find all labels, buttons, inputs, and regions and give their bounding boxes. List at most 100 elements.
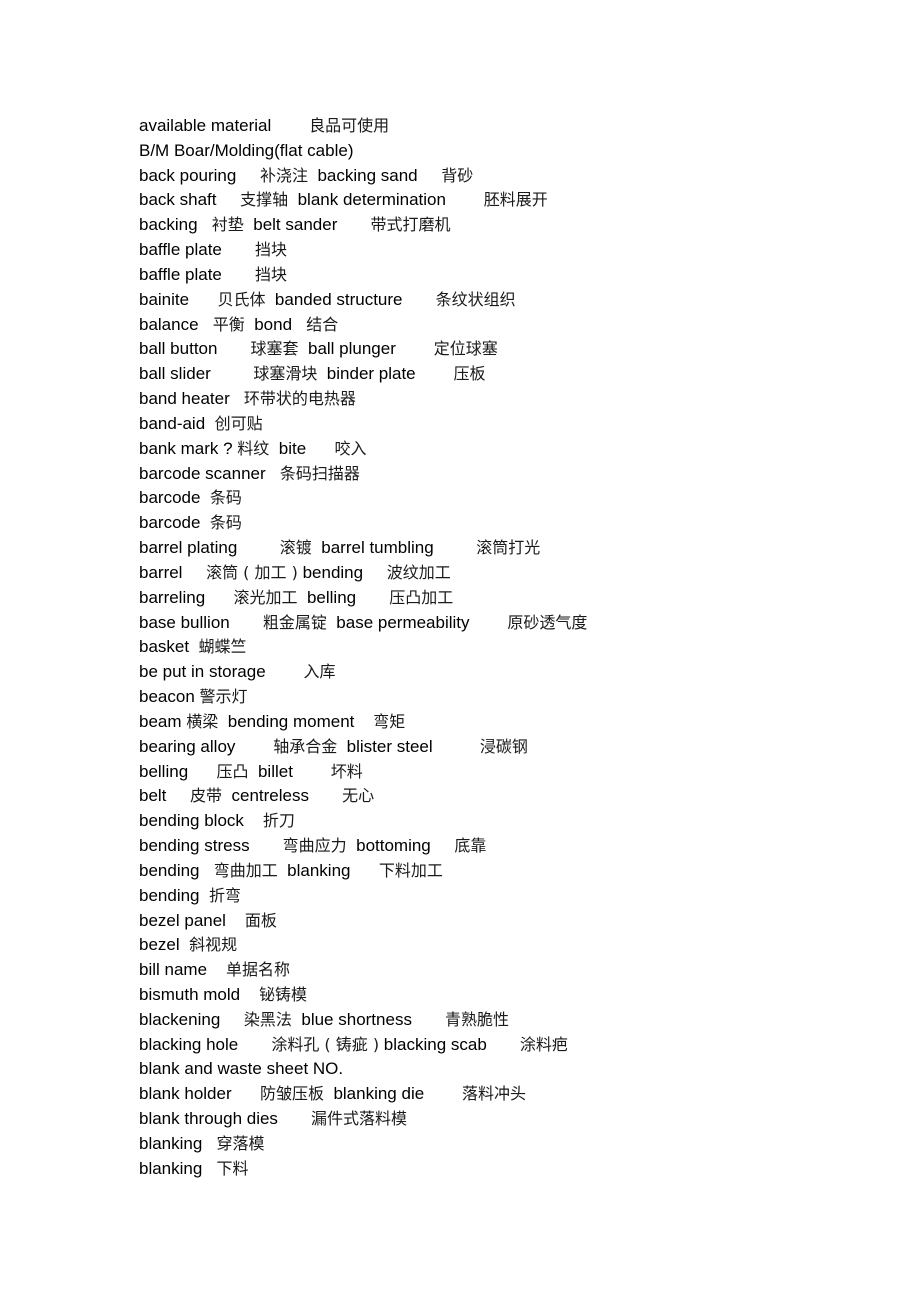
chinese-translation: 定位球塞 xyxy=(433,339,498,359)
glossary-line: barcode scanner 条码扫描器 xyxy=(139,462,879,487)
english-term: back pouring xyxy=(139,165,237,185)
chinese-translation: 压板 xyxy=(453,364,486,384)
english-term: blank through dies xyxy=(139,1109,278,1129)
english-term: blanking die xyxy=(333,1084,425,1104)
english-term: barreling xyxy=(139,587,206,607)
chinese-translation: 浸碳钢 xyxy=(479,736,528,756)
glossary-line: bank mark ? 料纹 bite 咬入 xyxy=(139,437,879,462)
chinese-translation: 染黑法 xyxy=(243,1009,292,1029)
english-term: belt xyxy=(139,786,167,806)
english-term: bending xyxy=(302,562,364,582)
english-term: base permeability xyxy=(336,612,470,632)
glossary-line: backing 衬垫 belt sander 带式打磨机 xyxy=(139,213,879,238)
english-term: binder plate xyxy=(326,364,416,384)
english-term: blacking hole xyxy=(139,1034,239,1054)
chinese-translation: 结合 xyxy=(306,314,339,334)
english-term: barrel xyxy=(139,562,183,582)
glossary-line: back pouring 补浇注 backing sand 背砂 xyxy=(139,164,879,189)
english-term: bottoming xyxy=(356,836,431,856)
chinese-translation: 斜视规 xyxy=(189,935,238,955)
glossary-page: available material 良品可使用 B/M Boar/Molding… xyxy=(139,114,879,1182)
chinese-translation: 良品可使用 xyxy=(309,116,390,135)
chinese-translation: 球塞套 xyxy=(250,339,299,359)
chinese-translation: 料纹 xyxy=(237,438,270,458)
english-term: baffle plate xyxy=(139,240,222,260)
english-term: bainite xyxy=(139,289,190,309)
chinese-translation: 滚镀 xyxy=(279,538,312,558)
chinese-translation: 弯曲应力 xyxy=(282,836,347,856)
chinese-translation: 咬入 xyxy=(334,438,367,458)
chinese-translation: 涂料疤 xyxy=(519,1034,568,1054)
chinese-translation: 平衡 xyxy=(212,314,245,334)
glossary-line: base bullion 粗金属锭 base permeability 原砂透气… xyxy=(139,611,879,636)
glossary-line: available material 良品可使用 xyxy=(139,114,879,139)
glossary-line: bezel 斜视规 xyxy=(139,933,879,958)
chinese-translation: 穿落模 xyxy=(216,1133,265,1153)
english-term: ball button xyxy=(139,339,218,359)
english-term: bill name xyxy=(139,960,208,980)
glossary-line: beacon 警示灯 xyxy=(139,685,879,710)
english-term: blister steel xyxy=(346,736,433,756)
chinese-translation: 球塞滑块 xyxy=(253,364,318,384)
chinese-translation: 底靠 xyxy=(454,836,487,856)
english-term: bond xyxy=(254,314,293,334)
chinese-translation: 衬垫 xyxy=(211,215,244,235)
chinese-translation: 防皱压板 xyxy=(259,1084,324,1104)
chinese-translation: 轴承合金 xyxy=(273,736,338,756)
chinese-translation: 创可贴 xyxy=(214,413,263,433)
glossary-line: blanking 穿落模 xyxy=(139,1132,879,1157)
chinese-translation: 漏件式落料模 xyxy=(311,1109,408,1129)
english-term: blank determination xyxy=(297,190,446,210)
english-term: barcode scanner xyxy=(139,463,266,483)
english-term: belling xyxy=(139,761,189,781)
glossary-line: barcode 条码 xyxy=(139,511,879,536)
chinese-translation: 涂料孔 ( 铸疵 ) xyxy=(271,1034,380,1054)
chinese-translation: 无心 xyxy=(342,786,375,806)
english-term: be put in storage xyxy=(139,662,266,682)
english-term: belling xyxy=(306,587,357,607)
glossary-line: bainite 贝氏体 banded structure 条纹状组织 xyxy=(139,288,879,313)
glossary-line: blank holder 防皱压板 blanking die 落料冲头 xyxy=(139,1082,879,1107)
english-term: bezel panel xyxy=(139,910,226,930)
english-term: band heater xyxy=(139,389,230,409)
chinese-translation: 支撑轴 xyxy=(240,190,289,210)
english-term: beacon xyxy=(139,687,195,707)
chinese-translation: 青熟脆性 xyxy=(445,1009,510,1029)
chinese-translation: 带式打磨机 xyxy=(370,215,451,235)
english-term: balance xyxy=(139,314,199,334)
english-term: blue shortness xyxy=(301,1009,412,1029)
glossary-line: blackening 染黑法 blue shortness 青熟脆性 xyxy=(139,1008,879,1033)
glossary-line: baffle plate 挡块 xyxy=(139,263,879,288)
